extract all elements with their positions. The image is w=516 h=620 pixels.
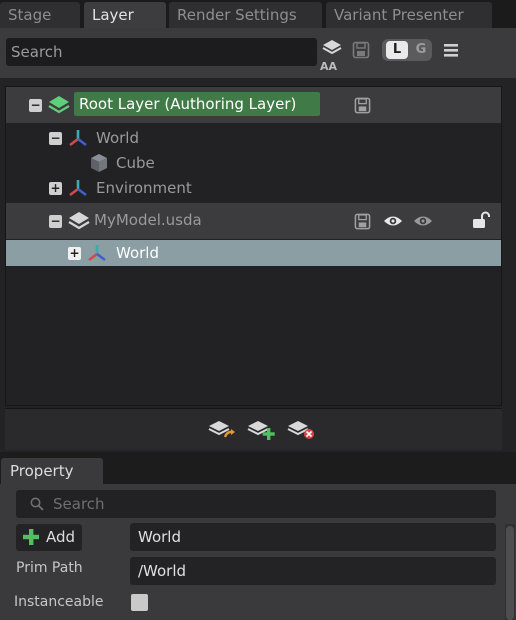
tree-label-mymodel: MyModel.usda (94, 211, 202, 229)
tree-row-world[interactable]: − World (6, 125, 501, 151)
tree-row-root-layer[interactable]: − Root Layer (Authoring Layer) (6, 87, 501, 123)
xform-icon (68, 178, 88, 202)
tree-row-cube[interactable]: Cube (6, 150, 501, 176)
root-layer-text: Root Layer (Authoring Layer) (79, 95, 297, 113)
save-icon[interactable] (354, 97, 371, 118)
property-search-input[interactable]: Search (16, 490, 496, 518)
collapse-icon[interactable]: − (29, 99, 42, 112)
tree-label-environment: Environment (96, 179, 192, 197)
expand-icon[interactable]: + (49, 182, 62, 195)
scrollbar-thumb[interactable] (506, 526, 514, 620)
tree-row-mymodel-world[interactable]: + World (6, 240, 501, 266)
tab-label: Layer (92, 6, 134, 24)
layer-window: Stage Layer Render Settings Variant Pres… (0, 0, 516, 620)
search-input[interactable]: Search (6, 38, 317, 66)
sublayer-icon (67, 210, 91, 236)
instanceable-checkbox[interactable] (131, 594, 148, 611)
prim-path-value: /World (138, 562, 187, 580)
toggle-global[interactable]: G (412, 41, 430, 59)
create-sublayer-icon[interactable] (246, 419, 276, 445)
expand-icon[interactable]: + (68, 247, 81, 260)
auto-authoring-label[interactable]: AA (320, 60, 337, 73)
collapse-icon[interactable]: − (49, 215, 62, 228)
tab-label: Variant Presenter (334, 6, 464, 24)
xform-icon (68, 128, 88, 152)
tree-row-mymodel[interactable]: − MyModel.usda (6, 203, 501, 239)
tab-property[interactable]: Property (1, 458, 103, 484)
prim-name-value: World (138, 528, 181, 546)
tab-render-settings[interactable]: Render Settings (169, 2, 322, 28)
search-icon (30, 497, 44, 515)
layer-toolbar: Search AA L G (0, 28, 516, 78)
layer-global-toggle[interactable]: L G (382, 39, 432, 61)
tab-stage[interactable]: Stage (0, 2, 80, 28)
layer-green-icon (47, 94, 71, 120)
solo-eye-icon[interactable] (413, 213, 433, 233)
tree-label-cube: Cube (116, 154, 155, 172)
layer-tree: − Root Layer (Authoring Layer) − World C… (5, 86, 502, 406)
tab-label: Stage (8, 6, 52, 24)
cube-icon (89, 153, 109, 177)
layer-action-bar (5, 408, 502, 450)
property-panel: Search Add World Prim Path /World Instan… (0, 484, 516, 620)
xform-icon (87, 243, 107, 267)
prim-path-field[interactable]: /World (130, 557, 496, 585)
insert-sublayer-icon[interactable] (207, 419, 237, 445)
tab-bar: Stage Layer Render Settings Variant Pres… (0, 0, 516, 28)
tab-layer[interactable]: Layer (84, 2, 166, 28)
add-button[interactable]: Add (16, 524, 82, 551)
save-icon[interactable] (352, 41, 370, 63)
property-tab-bar: Property (0, 452, 516, 484)
property-tab-label: Property (10, 462, 74, 480)
menu-icon[interactable] (443, 42, 459, 62)
property-search-placeholder: Search (53, 495, 105, 513)
plus-icon (22, 528, 40, 550)
instanceable-label: Instanceable (14, 594, 104, 610)
save-icon[interactable] (354, 213, 371, 234)
visibility-eye-icon[interactable] (383, 213, 403, 233)
prim-path-label: Prim Path (16, 560, 83, 576)
tree-row-environment[interactable]: + Environment (6, 175, 501, 201)
collapse-icon[interactable]: − (49, 132, 62, 145)
root-layer-label[interactable]: Root Layer (Authoring Layer) (74, 92, 320, 116)
tree-label-mymodel-world: World (116, 244, 159, 262)
property-scrollbar[interactable] (505, 524, 515, 620)
search-placeholder: Search (11, 43, 63, 61)
toggle-local[interactable]: L (386, 41, 408, 59)
tab-variant-presenter[interactable]: Variant Presenter (326, 2, 492, 28)
prim-name-field[interactable]: World (130, 523, 496, 551)
unlock-icon[interactable] (472, 211, 490, 233)
tab-label: Render Settings (177, 6, 297, 24)
tree-label-world: World (96, 129, 139, 147)
remove-sublayer-icon[interactable] (286, 419, 316, 445)
add-button-label: Add (46, 528, 76, 546)
